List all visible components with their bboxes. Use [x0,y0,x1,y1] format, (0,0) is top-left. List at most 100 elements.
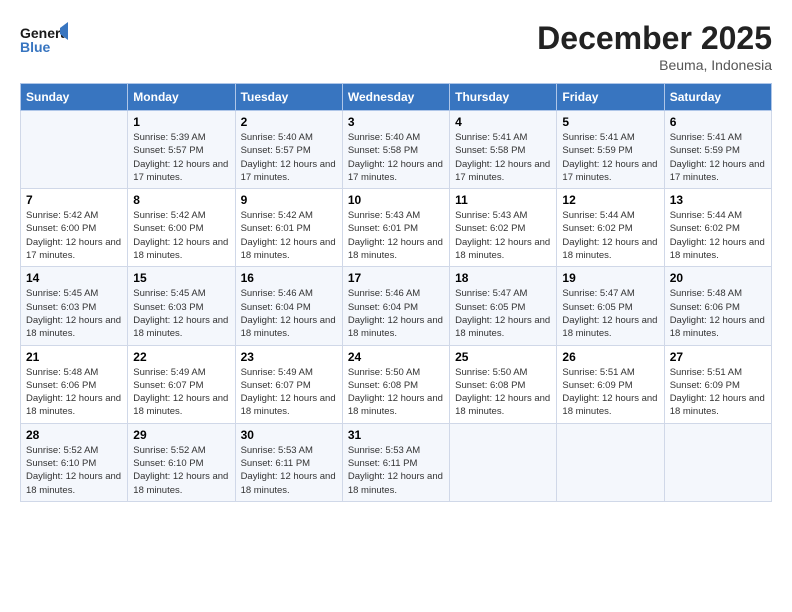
day-info: Sunrise: 5:48 AMSunset: 6:06 PMDaylight:… [26,366,122,419]
calendar-table: SundayMondayTuesdayWednesdayThursdayFrid… [20,83,772,502]
calendar-cell: 14Sunrise: 5:45 AMSunset: 6:03 PMDayligh… [21,267,128,345]
day-number: 1 [133,115,229,129]
calendar-cell: 9 Sunrise: 5:42 AMSunset: 6:01 PMDaylight… [235,189,342,267]
day-info: Sunrise: 5:53 AMSunset: 6:11 PMDaylight:… [241,444,337,497]
day-info: Sunrise: 5:49 AMSunset: 6:07 PMDaylight:… [133,366,229,419]
calendar-cell: 25 Sunrise: 5:50 AMSunset: 6:08 PMDayligh… [450,345,557,423]
calendar-cell: 20Sunrise: 5:48 AMSunset: 6:06 PMDayligh… [664,267,771,345]
day-info: Sunrise: 5:40 AMSunset: 5:58 PMDaylight:… [348,131,444,184]
day-number: 14 [26,271,122,285]
day-info: Sunrise: 5:51 AMSunset: 6:09 PMDaylight:… [670,366,766,419]
calendar-cell: 13 Sunrise: 5:44 AMSunset: 6:02 PMDayligh… [664,189,771,267]
logo-icon: General Blue [20,20,68,60]
day-info: Sunrise: 5:50 AMSunset: 6:08 PMDaylight:… [348,366,444,419]
day-number: 27 [670,350,766,364]
calendar-cell: 6 Sunrise: 5:41 AMSunset: 5:59 PMDaylight… [664,111,771,189]
day-number: 24 [348,350,444,364]
calendar-cell: 10 Sunrise: 5:43 AMSunset: 6:01 PMDayligh… [342,189,449,267]
day-number: 26 [562,350,658,364]
day-info: Sunrise: 5:39 AMSunset: 5:57 PMDaylight:… [133,131,229,184]
day-header-tuesday: Tuesday [235,84,342,111]
day-number: 6 [670,115,766,129]
day-header-saturday: Saturday [664,84,771,111]
calendar-cell: 28Sunrise: 5:52 AMSunset: 6:10 PMDayligh… [21,423,128,501]
day-number: 18 [455,271,551,285]
calendar-cell: 4Sunrise: 5:41 AMSunset: 5:58 PMDaylight… [450,111,557,189]
day-number: 22 [133,350,229,364]
week-row-5: 28Sunrise: 5:52 AMSunset: 6:10 PMDayligh… [21,423,772,501]
day-info: Sunrise: 5:43 AMSunset: 6:01 PMDaylight:… [348,209,444,262]
calendar-cell [664,423,771,501]
calendar-cell: 24 Sunrise: 5:50 AMSunset: 6:08 PMDayligh… [342,345,449,423]
day-number: 10 [348,193,444,207]
day-info: Sunrise: 5:47 AMSunset: 6:05 PMDaylight:… [455,287,551,340]
day-info: Sunrise: 5:51 AMSunset: 6:09 PMDaylight:… [562,366,658,419]
calendar-cell: 30 Sunrise: 5:53 AMSunset: 6:11 PMDayligh… [235,423,342,501]
day-number: 25 [455,350,551,364]
calendar-cell: 26 Sunrise: 5:51 AMSunset: 6:09 PMDayligh… [557,345,664,423]
calendar-cell [557,423,664,501]
calendar-header-row: SundayMondayTuesdayWednesdayThursdayFrid… [21,84,772,111]
calendar-cell: 17Sunrise: 5:46 AMSunset: 6:04 PMDayligh… [342,267,449,345]
day-info: Sunrise: 5:46 AMSunset: 6:04 PMDaylight:… [241,287,337,340]
day-number: 8 [133,193,229,207]
day-header-monday: Monday [128,84,235,111]
day-info: Sunrise: 5:50 AMSunset: 6:08 PMDaylight:… [455,366,551,419]
day-info: Sunrise: 5:45 AMSunset: 6:03 PMDaylight:… [133,287,229,340]
day-number: 4 [455,115,551,129]
calendar-cell: 7 Sunrise: 5:42 AMSunset: 6:00 PMDaylight… [21,189,128,267]
day-number: 11 [455,193,551,207]
day-info: Sunrise: 5:40 AMSunset: 5:57 PMDaylight:… [241,131,337,184]
day-info: Sunrise: 5:53 AMSunset: 6:11 PMDaylight:… [348,444,444,497]
week-row-2: 7 Sunrise: 5:42 AMSunset: 6:00 PMDaylight… [21,189,772,267]
day-number: 13 [670,193,766,207]
calendar-cell: 3 Sunrise: 5:40 AMSunset: 5:58 PMDaylight… [342,111,449,189]
day-info: Sunrise: 5:48 AMSunset: 6:06 PMDaylight:… [670,287,766,340]
day-number: 7 [26,193,122,207]
calendar-cell: 19 Sunrise: 5:47 AMSunset: 6:05 PMDayligh… [557,267,664,345]
day-info: Sunrise: 5:43 AMSunset: 6:02 PMDaylight:… [455,209,551,262]
day-header-thursday: Thursday [450,84,557,111]
week-row-1: 1 Sunrise: 5:39 AMSunset: 5:57 PMDaylight… [21,111,772,189]
day-header-sunday: Sunday [21,84,128,111]
day-info: Sunrise: 5:42 AMSunset: 6:01 PMDaylight:… [241,209,337,262]
day-info: Sunrise: 5:41 AMSunset: 5:59 PMDaylight:… [670,131,766,184]
day-number: 23 [241,350,337,364]
day-info: Sunrise: 5:44 AMSunset: 6:02 PMDaylight:… [670,209,766,262]
day-number: 31 [348,428,444,442]
day-number: 17 [348,271,444,285]
logo: General Blue [20,20,72,60]
day-number: 16 [241,271,337,285]
day-number: 2 [241,115,337,129]
day-number: 3 [348,115,444,129]
calendar-cell: 11 Sunrise: 5:43 AMSunset: 6:02 PMDayligh… [450,189,557,267]
week-row-4: 21 Sunrise: 5:48 AMSunset: 6:06 PMDayligh… [21,345,772,423]
day-number: 30 [241,428,337,442]
calendar-cell: 12Sunrise: 5:44 AMSunset: 6:02 PMDayligh… [557,189,664,267]
day-number: 19 [562,271,658,285]
day-number: 9 [241,193,337,207]
month-title: December 2025 [537,20,772,57]
calendar-cell: 31 Sunrise: 5:53 AMSunset: 6:11 PMDayligh… [342,423,449,501]
calendar-cell: 16 Sunrise: 5:46 AMSunset: 6:04 PMDayligh… [235,267,342,345]
calendar-cell: 27 Sunrise: 5:51 AMSunset: 6:09 PMDayligh… [664,345,771,423]
title-block: December 2025 Beuma, Indonesia [537,20,772,73]
day-info: Sunrise: 5:47 AMSunset: 6:05 PMDaylight:… [562,287,658,340]
day-info: Sunrise: 5:42 AMSunset: 6:00 PMDaylight:… [133,209,229,262]
day-header-friday: Friday [557,84,664,111]
calendar-cell: 23Sunrise: 5:49 AMSunset: 6:07 PMDayligh… [235,345,342,423]
calendar-cell: 15 Sunrise: 5:45 AMSunset: 6:03 PMDayligh… [128,267,235,345]
day-header-wednesday: Wednesday [342,84,449,111]
day-number: 12 [562,193,658,207]
page-header: General Blue December 2025 Beuma, Indone… [20,20,772,73]
calendar-cell: 29Sunrise: 5:52 AMSunset: 6:10 PMDayligh… [128,423,235,501]
calendar-cell [21,111,128,189]
day-info: Sunrise: 5:42 AMSunset: 6:00 PMDaylight:… [26,209,122,262]
calendar-cell [450,423,557,501]
calendar-cell: 2 Sunrise: 5:40 AMSunset: 5:57 PMDaylight… [235,111,342,189]
day-number: 15 [133,271,229,285]
day-number: 5 [562,115,658,129]
day-number: 29 [133,428,229,442]
day-number: 21 [26,350,122,364]
week-row-3: 14 Sunrise: 5:45 AMSunset: 6:03 PMDayligh… [21,267,772,345]
